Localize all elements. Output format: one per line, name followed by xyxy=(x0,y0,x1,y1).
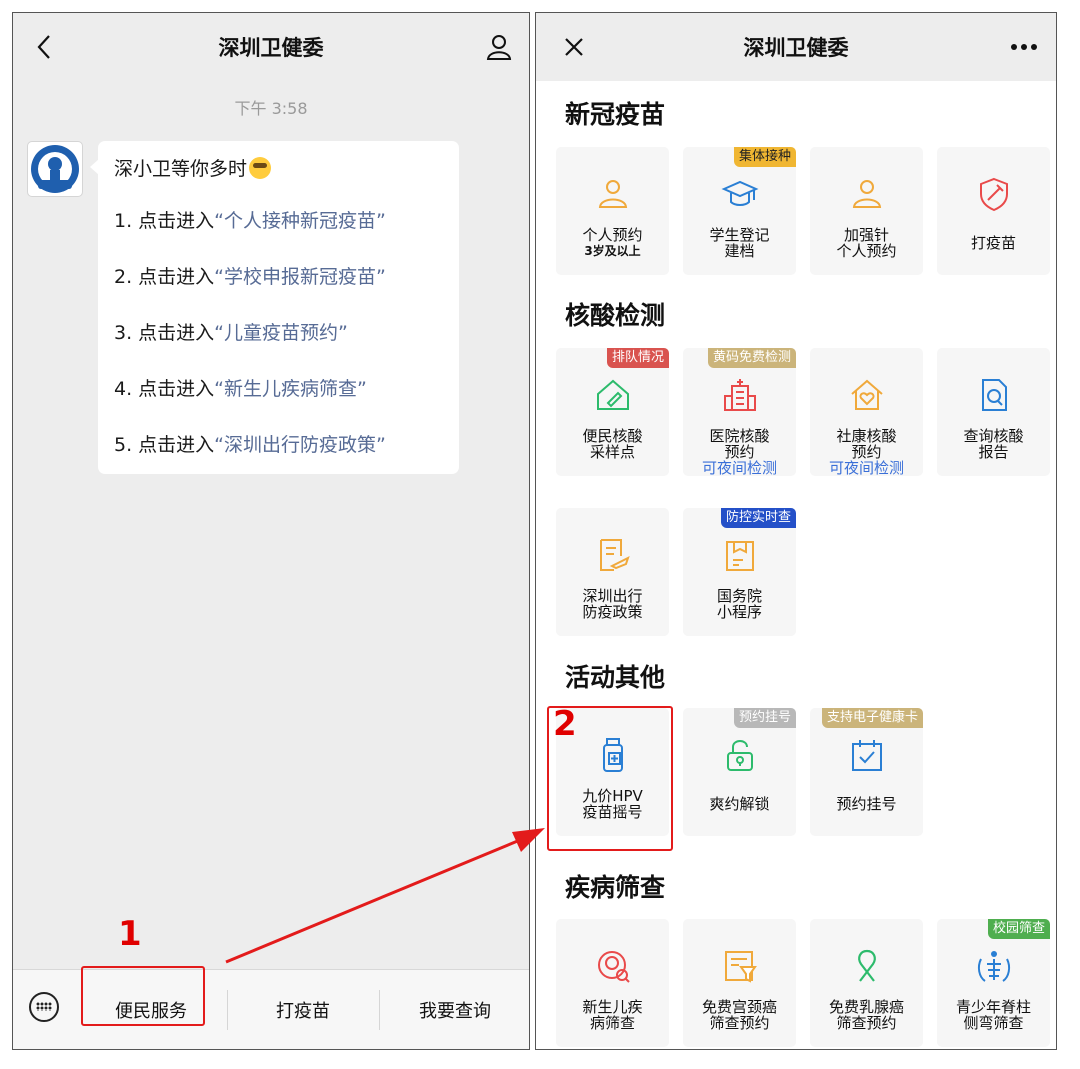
chat-screen: 深圳卫健委 下午 3:58 深小卫等你多时 1. 点击进入“个人接种新冠疫苗” … xyxy=(12,12,530,1050)
spine-icon xyxy=(977,951,1011,982)
link-newborn-screening[interactable]: “新生儿疾病筛查” xyxy=(214,378,367,400)
more-icon[interactable] xyxy=(1006,29,1042,65)
section-title-activities: 活动其他 xyxy=(565,663,666,692)
tile-label: 深圳出行 防疫政策 xyxy=(582,587,643,621)
services-navbar: 深圳卫健委 xyxy=(536,13,1056,81)
section-title-nucleic-test: 核酸检测 xyxy=(565,301,666,330)
tile-booster[interactable]: 加强针 个人预约 xyxy=(810,147,923,275)
section-title-disease-screening: 疾病筛查 xyxy=(565,873,666,902)
tile-label: 查询核酸 报告 xyxy=(963,427,1024,461)
link-prefix: 5. 点击进入 xyxy=(114,434,215,456)
tile-label: 打疫苗 xyxy=(970,234,1016,252)
badge: 集体接种 xyxy=(733,147,796,167)
badge: 支持电子健康卡 xyxy=(821,708,923,728)
person-icon[interactable] xyxy=(481,29,517,65)
tile-label: 爽约解锁 xyxy=(709,795,770,813)
link-travel-policy[interactable]: “深圳出行防疫政策” xyxy=(214,434,386,456)
services-screen: 深圳卫健委 新冠疫苗 个人预约 3岁及以上 集体接种 学生登记 建档 加强针 个人预约… xyxy=(535,12,1057,1050)
menu-get-vaccine[interactable]: 打疫苗 xyxy=(227,970,379,1049)
badge: 预约挂号 xyxy=(733,708,796,728)
message-bubble: 深小卫等你多时 1. 点击进入“个人接种新冠疫苗” 2. 点击进入“学校申报新冠… xyxy=(90,141,459,474)
tile-missed-appointment-unlock[interactable]: 预约挂号 爽约解锁 xyxy=(683,708,796,836)
message-timestamp: 下午 3:58 xyxy=(234,99,308,118)
mini-program-icon xyxy=(726,541,754,571)
vaccine-shield-icon xyxy=(980,177,1008,212)
person-icon xyxy=(598,180,628,208)
link-child-vaccine[interactable]: “儿童疫苗预约” xyxy=(214,322,348,344)
menu-query[interactable]: 我要查询 xyxy=(379,970,529,1049)
tile-get-vaccine[interactable]: 打疫苗 xyxy=(937,147,1050,275)
tile-label: 个人预约 3岁及以上 xyxy=(582,226,643,258)
tile-label: 便民核酸 采样点 xyxy=(582,427,643,461)
services-title: 深圳卫健委 xyxy=(743,36,849,60)
tile-scoliosis-screening[interactable]: 校园筛查 青少年脊柱 侧弯筛查 xyxy=(937,919,1050,1047)
tile-label: 学生登记 建档 xyxy=(709,226,770,260)
tile-label: 社康核酸 预约 可夜间检测 xyxy=(828,427,904,477)
tile-label: 免费宫颈癌 筛查预约 xyxy=(701,998,777,1032)
tile-label: 加强针 个人预约 xyxy=(836,226,897,260)
ribbon-icon xyxy=(858,949,876,982)
menu-link-line: 4. 点击进入“新生儿疾病筛查” xyxy=(114,373,459,429)
tile-sampling-points[interactable]: 排队情况 便民核酸 采样点 xyxy=(556,348,669,476)
tile-breast-screening[interactable]: 免费乳腺癌 筛查预约 xyxy=(810,919,923,1047)
unlock-icon xyxy=(727,740,753,771)
tile-label: 新生儿疾 病筛查 xyxy=(582,998,643,1032)
link-prefix: 4. 点击进入 xyxy=(114,378,215,400)
greeting-text: 深小卫等你多时 xyxy=(114,158,248,180)
section-title-covid-vaccine: 新冠疫苗 xyxy=(565,100,666,129)
chat-title: 深圳卫健委 xyxy=(218,36,324,60)
menu-link-line: 5. 点击进入“深圳出行防疫政策” xyxy=(114,429,459,485)
tile-label: 国务院 小程序 xyxy=(716,587,762,621)
link-prefix: 2. 点击进入 xyxy=(114,266,215,288)
baby-search-icon xyxy=(598,951,630,983)
tile-student-registration[interactable]: 集体接种 学生登记 建档 xyxy=(683,147,796,275)
tile-state-council-miniprogram[interactable]: 防控实时查 国务院 小程序 xyxy=(683,508,796,636)
link-personal-vaccine[interactable]: “个人接种新冠疫苗” xyxy=(214,210,386,232)
home-heart-icon xyxy=(851,379,883,410)
travel-document-icon xyxy=(600,539,630,571)
menu-link-line: 3. 点击进入“儿童疫苗预约” xyxy=(114,317,459,373)
tile-hospital-test-booking[interactable]: 黄码免费检测 医院核酸 预约 可夜间检测 xyxy=(683,348,796,476)
keyboard-icon[interactable] xyxy=(29,992,59,1022)
person-icon xyxy=(852,180,882,208)
step2-number: 2 xyxy=(553,704,577,744)
tile-cervical-screening[interactable]: 免费宫颈癌 筛查预约 xyxy=(683,919,796,1047)
badge: 黄码免费检测 xyxy=(707,348,796,368)
greeting-line: 深小卫等你多时 xyxy=(114,153,459,205)
tile-community-test-booking[interactable]: 社康核酸 预约 可夜间检测 xyxy=(810,348,923,476)
sweat-smile-emoji xyxy=(249,157,272,179)
avatar[interactable] xyxy=(27,141,83,197)
calendar-check-icon xyxy=(852,740,882,771)
tile-newborn-screening[interactable]: 新生儿疾 病筛查 xyxy=(556,919,669,1047)
tile-label: 免费乳腺癌 筛查预约 xyxy=(828,998,904,1032)
link-school-vaccine[interactable]: “学校申报新冠疫苗” xyxy=(214,266,386,288)
close-icon[interactable] xyxy=(556,29,592,65)
tile-label: 医院核酸 预约 可夜间检测 xyxy=(701,427,777,477)
link-prefix: 1. 点击进入 xyxy=(114,210,215,232)
tile-registration-booking[interactable]: 支持电子健康卡 预约挂号 xyxy=(810,708,923,836)
graduation-cap-icon xyxy=(721,180,759,206)
link-prefix: 3. 点击进入 xyxy=(114,322,215,344)
badge: 排队情况 xyxy=(606,348,669,368)
filter-doc-icon xyxy=(725,951,757,983)
document-search-icon xyxy=(982,379,1007,411)
badge: 防控实时查 xyxy=(720,508,796,528)
hospital-icon xyxy=(724,379,756,411)
house-pen-icon xyxy=(597,379,629,410)
menu-link-line: 2. 点击进入“学校申报新冠疫苗” xyxy=(114,261,459,317)
chat-navbar: 深圳卫健委 xyxy=(13,13,529,81)
step1-highlight-box xyxy=(81,966,205,1026)
tile-label: 青少年脊柱 侧弯筛查 xyxy=(955,998,1031,1032)
badge: 校园筛查 xyxy=(987,919,1050,939)
tile-travel-policy[interactable]: 深圳出行 防疫政策 xyxy=(556,508,669,636)
tile-label: 预约挂号 xyxy=(836,795,897,813)
chevron-left-icon[interactable] xyxy=(27,29,63,65)
menu-link-line: 1. 点击进入“个人接种新冠疫苗” xyxy=(114,205,459,261)
tile-query-report[interactable]: 查询核酸 报告 xyxy=(937,348,1050,476)
tile-personal-booking[interactable]: 个人预约 3岁及以上 xyxy=(556,147,669,275)
step1-number: 1 xyxy=(118,914,142,954)
